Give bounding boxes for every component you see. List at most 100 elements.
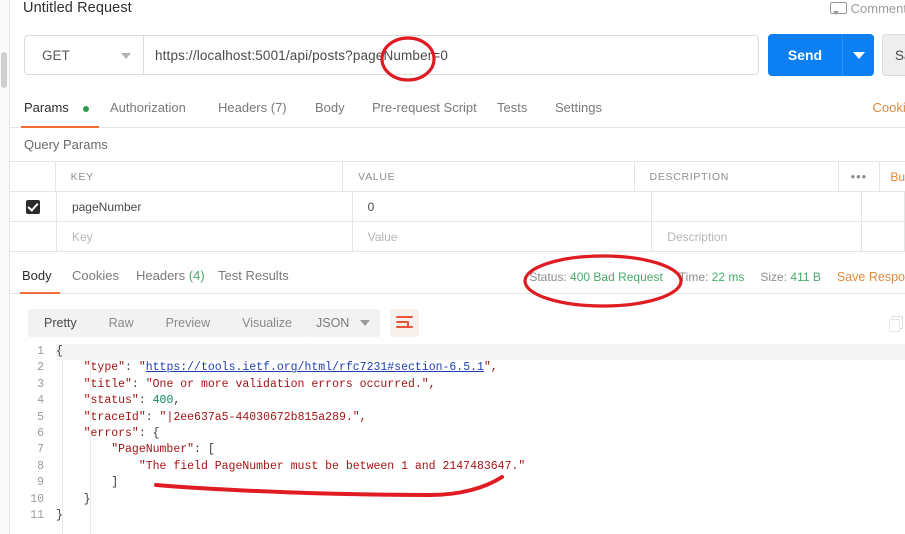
code-line[interactable]: }: [56, 492, 905, 508]
response-body-code[interactable]: 1 2 3 4 5 6 7 8 9 10 11 { "type": "https://tools.i…: [10, 344, 905, 534]
http-method-label: GET: [42, 47, 70, 63]
tab-pre-request-script[interactable]: Pre-request Script: [372, 100, 477, 115]
line-number: 6: [37, 427, 44, 440]
copy-icon[interactable]: [889, 316, 903, 332]
tab-headers[interactable]: Headers (7): [218, 100, 287, 115]
table-row: pageNumber 0: [10, 191, 905, 222]
status-group: Status: 400 Bad Request: [529, 270, 662, 284]
response-tab-test-results[interactable]: Test Results: [218, 268, 289, 283]
placeholder-key-input[interactable]: Key: [57, 222, 353, 251]
size-label: Size:: [760, 270, 788, 284]
row-value-value: 0: [367, 199, 375, 214]
line-number: 8: [37, 459, 44, 473]
save-button[interactable]: Save: [882, 34, 905, 76]
response-tab-cookies[interactable]: Cookies: [72, 268, 119, 283]
code-token: "|2ee637a5-44030672b815a289.",: [159, 410, 367, 424]
send-button[interactable]: Send: [768, 34, 842, 76]
code-token: }: [56, 508, 63, 522]
column-description: DESCRIPTION: [649, 170, 730, 183]
line-number: 2: [37, 361, 44, 375]
header-cell-description: DESCRIPTION: [635, 162, 839, 191]
table-header-row: KEY VALUE DESCRIPTION ••• Bu: [10, 161, 905, 192]
code-token: "status": [83, 394, 139, 408]
placeholder-value-input[interactable]: Value: [353, 222, 653, 251]
left-rail: [0, 0, 10, 534]
http-method-select[interactable]: GET: [24, 35, 143, 75]
row-key-input[interactable]: pageNumber: [57, 192, 353, 221]
row-value-input[interactable]: 0: [353, 192, 653, 221]
code-token: "The field PageNumber must be between 1 …: [138, 459, 526, 473]
language-select[interactable]: JSON: [306, 309, 381, 337]
chevron-down-icon: [853, 52, 865, 59]
response-tab-headers-count: (4): [188, 268, 205, 283]
code-line[interactable]: "traceId": "|2ee637a5-44030672b815a289."…: [56, 410, 905, 426]
code-line[interactable]: "errors": {: [56, 426, 905, 442]
format-tab-visualize[interactable]: Visualize: [226, 316, 308, 330]
language-label: JSON: [316, 316, 350, 330]
save-response-button[interactable]: Save Respo: [837, 270, 905, 284]
format-tab-preview[interactable]: Preview: [150, 316, 226, 330]
cookies-link[interactable]: Cookie: [873, 100, 905, 115]
send-options-button[interactable]: [842, 34, 874, 76]
code-token: "type": [83, 361, 126, 375]
url-input[interactable]: https://localhost:5001/api/posts?pageNum…: [143, 35, 759, 75]
row-checkbox[interactable]: [10, 192, 57, 221]
code-line[interactable]: {: [56, 344, 905, 360]
query-params-table: KEY VALUE DESCRIPTION ••• Bu pageNumber …: [10, 161, 905, 252]
tab-settings[interactable]: Settings: [555, 100, 602, 115]
code-token: "One or more validation errors occurred.…: [145, 377, 436, 391]
active-tab-indicator: [21, 125, 99, 128]
status-label: Status:: [529, 270, 567, 284]
code-line[interactable]: }: [56, 508, 905, 524]
row-options[interactable]: [862, 192, 905, 221]
tab-params-label: Params: [24, 100, 69, 115]
table-options-button[interactable]: •••: [839, 162, 881, 191]
time-group: Time: 22 ms: [679, 270, 745, 284]
code-token: :: [131, 377, 146, 391]
query-params-label: Query Params: [24, 137, 108, 152]
bulk-edit-button[interactable]: Bu: [880, 162, 905, 191]
tab-body[interactable]: Body: [315, 100, 345, 115]
status-value: 400 Bad Request: [570, 270, 663, 284]
code-token: "errors": [83, 426, 139, 440]
tab-authorization[interactable]: Authorization: [110, 100, 186, 115]
response-tab-headers[interactable]: Headers (4): [136, 268, 205, 283]
row-description-input[interactable]: [652, 192, 863, 221]
code-content[interactable]: { "type": "https://tools.ietf.org/html/r…: [56, 344, 905, 534]
format-tab-pretty[interactable]: Pretty: [28, 316, 93, 330]
line-number: 5: [37, 410, 44, 424]
code-line[interactable]: "title": "One or more validation errors …: [56, 377, 905, 393]
tab-tests[interactable]: Tests: [497, 100, 527, 115]
code-token: "traceId": [83, 410, 146, 424]
chevron-down-icon: [360, 320, 371, 326]
tab-params[interactable]: Params: [24, 100, 69, 115]
code-token: "PageNumber": [111, 443, 195, 457]
placeholder-checkbox[interactable]: [10, 222, 57, 251]
column-key: KEY: [70, 170, 94, 183]
code-line[interactable]: "type": "https://tools.ietf.org/html/rfc…: [56, 360, 905, 376]
word-wrap-icon[interactable]: [390, 309, 419, 337]
comment-button[interactable]: Comment: [829, 1, 905, 16]
code-line[interactable]: "PageNumber": [: [56, 442, 905, 458]
format-tab-group: Pretty Raw Preview Visualize: [28, 309, 308, 337]
placeholder-description-input[interactable]: Description: [652, 222, 863, 251]
format-tab-raw[interactable]: Raw: [93, 316, 150, 330]
page-title: Untitled Request: [23, 0, 132, 16]
line-number: 11: [30, 509, 44, 522]
code-line[interactable]: "status": 400,: [56, 393, 905, 409]
column-value: VALUE: [358, 170, 396, 183]
url-text: https://localhost:5001/api/posts?pageNum…: [155, 47, 449, 63]
code-token: ]: [111, 476, 119, 490]
code-line[interactable]: ]: [56, 475, 905, 491]
request-title-bar: Untitled Request Comment: [10, 0, 905, 28]
code-line[interactable]: "The field PageNumber must be between 1 …: [56, 459, 905, 475]
response-tab-body[interactable]: Body: [22, 268, 52, 283]
line-number: 4: [37, 394, 44, 408]
sidebar-scrollbar-thumb[interactable]: [1, 52, 7, 88]
